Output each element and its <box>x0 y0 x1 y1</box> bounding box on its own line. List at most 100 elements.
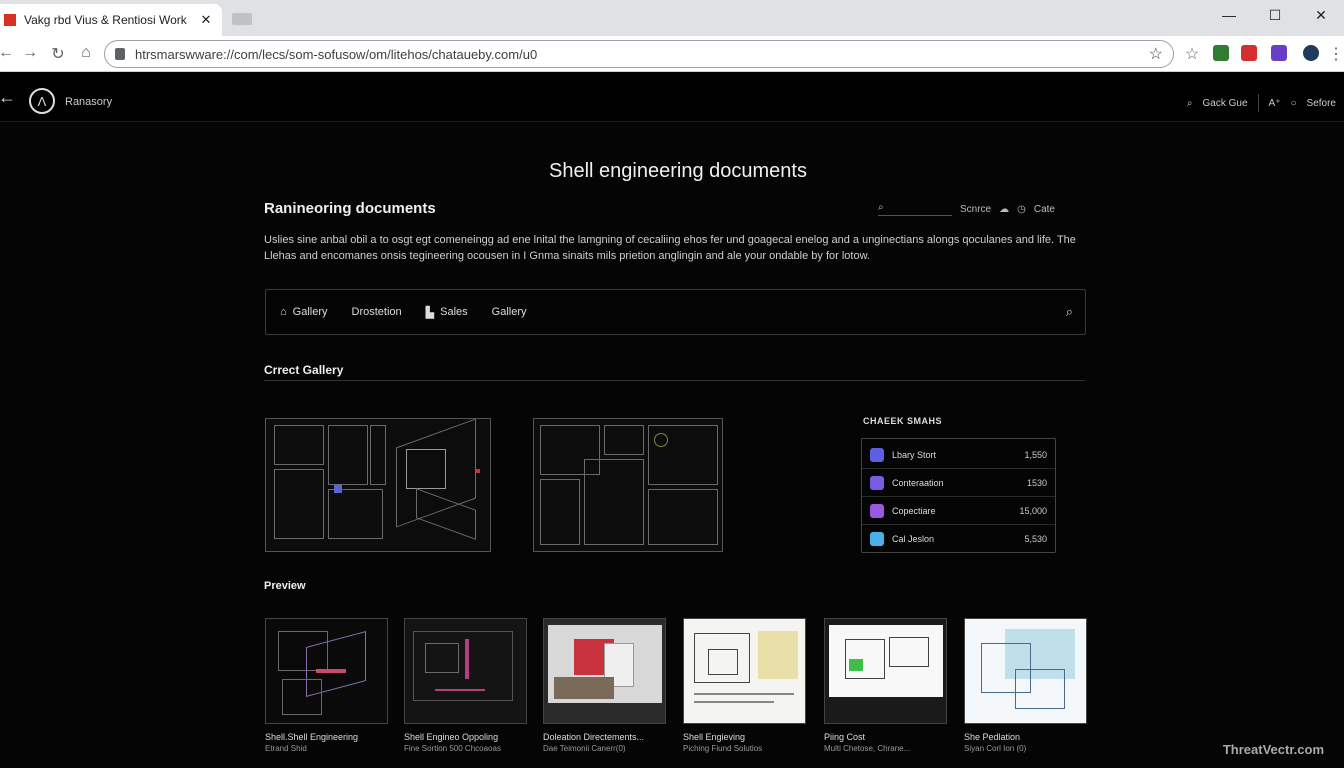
extension-icon[interactable] <box>1241 45 1257 61</box>
search-icon: ⌕ <box>878 202 884 213</box>
preview-card[interactable]: Piing Cost Multi Chetose, Chrane... <box>824 618 947 753</box>
preview-thumbnail <box>683 618 806 724</box>
cafe-link[interactable]: Cate <box>1034 204 1055 215</box>
stat-value: 1530 <box>1026 477 1047 488</box>
stat-icon <box>870 532 884 546</box>
forward-icon[interactable]: → <box>20 44 40 62</box>
card-subtitle: Siyan Corl Ion (0) <box>964 744 1027 753</box>
divider <box>264 380 1085 381</box>
filter-gallery[interactable]: ⌂ Gallery <box>280 306 328 318</box>
search-field[interactable]: ⌕ <box>878 202 952 216</box>
preview-card[interactable]: She Pedlation Siyan Corl Ion (0) <box>964 618 1087 753</box>
cloud-icon[interactable]: ☁ <box>999 204 1009 215</box>
preview-thumbnail <box>824 618 947 724</box>
browser-tab[interactable]: Vakg rbd Vius & Rentiosi Work ✕ <box>0 4 222 36</box>
header-actions: ⌕ Gack Gue A⁺ ○ Sefore <box>1187 94 1336 112</box>
stat-row[interactable]: Cal Jeslon 5,530 <box>862 525 1055 553</box>
extension-icon[interactable] <box>1213 45 1229 61</box>
preview-card[interactable]: Doleation Directements... Dae Teimonii C… <box>543 618 666 753</box>
preview-title: Preview <box>264 580 306 592</box>
card-title: She Pedlation <box>964 732 1021 742</box>
stat-value: 15,000 <box>1019 505 1047 516</box>
card-title: Shell.Shell Engineering <box>265 732 359 742</box>
search-icon[interactable]: ⌕ <box>1066 304 1073 320</box>
browser-tab-bar: Vakg rbd Vius & Rentiosi Work ✕ — ☐ ✕ <box>0 0 1344 36</box>
page-title: Shell engineering documents <box>549 160 807 182</box>
filter-drostetion[interactable]: Drostetion <box>352 306 402 318</box>
star-list-icon[interactable]: ☆ <box>1182 44 1202 64</box>
browser-toolbar: ← → ↻ ⌂ htrsmarswware://com/lecs/som-sof… <box>0 36 1344 72</box>
tab-title: Vakg rbd Vius & Rentiosi Work <box>24 13 187 27</box>
bookmark-star-icon[interactable]: ☆ <box>1149 44 1163 64</box>
profile-icon[interactable] <box>1303 45 1319 61</box>
watermark: ThreatVectr.com <box>1222 742 1324 757</box>
card-title: Doleation Directements... <box>543 732 645 742</box>
preview-card[interactable]: Shell.Shell Engineering Etrand Shid <box>265 618 388 753</box>
description-text: Uslies sine anbal obil a to osgt egt com… <box>264 234 1076 262</box>
preview-thumbnail <box>404 618 527 724</box>
stat-icon <box>870 475 884 490</box>
preview-thumbnail <box>543 618 666 724</box>
search-icon[interactable]: ⌕ <box>1187 98 1193 109</box>
add-icon[interactable]: A⁺ <box>1269 98 1281 109</box>
stat-label: Lbary Stort <box>892 449 937 460</box>
stat-label: Conteraation <box>892 477 944 488</box>
stat-icon <box>870 503 884 518</box>
menu-icon[interactable]: ⋮ <box>1326 44 1344 64</box>
blueprint-image[interactable] <box>265 418 491 552</box>
home-icon: ⌂ <box>280 306 287 318</box>
extension-icon[interactable] <box>1271 45 1287 61</box>
section-actions: ⌕ Scnrce ☁ ◷ Cate <box>878 202 1055 216</box>
select-icon[interactable]: ○ <box>1290 98 1296 109</box>
filter-label: Sales <box>440 306 468 318</box>
reload-icon[interactable]: ↻ <box>48 44 68 64</box>
address-bar[interactable]: htrsmarswware://com/lecs/som-sofusow/om/… <box>104 40 1174 68</box>
favicon-icon <box>4 14 16 26</box>
clock-icon[interactable]: ◷ <box>1017 204 1026 215</box>
card-title: Piing Cost <box>824 732 866 742</box>
building-icon: ▙ <box>425 306 435 319</box>
maximize-button[interactable]: ☐ <box>1252 0 1298 30</box>
filter-label: Drostetion <box>351 306 402 318</box>
filter-gallery-2[interactable]: Gallery <box>492 306 527 318</box>
url-text[interactable]: htrsmarswware://com/lecs/som-sofusow/om/… <box>135 47 1149 62</box>
section-title: Ranineoring documents <box>264 200 436 217</box>
new-tab-button[interactable] <box>232 13 252 25</box>
filter-sales[interactable]: ▙ Sales <box>426 306 468 319</box>
blueprint-image[interactable] <box>533 418 723 552</box>
stat-label: Copectiare <box>892 505 936 516</box>
close-tab-icon[interactable]: ✕ <box>198 12 214 28</box>
header-search-link[interactable]: Gack Gue <box>1203 98 1248 109</box>
preview-card[interactable]: Shell Engineo Oppoling Fine Sortion 500 … <box>404 618 527 753</box>
stats-panel: Lbary Stort 1,550 Conteraation 1530 Cope… <box>861 438 1056 553</box>
preview-thumbnail <box>265 618 388 724</box>
stat-value: 5,530 <box>1024 534 1047 544</box>
stat-value: 1,550 <box>1024 449 1047 460</box>
filter-bar: ⌂ Gallery Drostetion ▙ Sales Gallery ⌕ <box>265 289 1086 335</box>
stat-row[interactable]: Lbary Stort 1,550 <box>862 441 1055 469</box>
card-title: Shell Engieving <box>683 732 746 742</box>
preview-card[interactable]: Shell Engieving Piching Fiund Solutios <box>683 618 806 753</box>
card-subtitle: Fine Sortion 500 Chcoaoas <box>404 744 501 753</box>
card-subtitle: Multi Chetose, Chrane... <box>824 744 911 753</box>
card-subtitle: Piching Fiund Solutios <box>683 744 763 753</box>
lock-icon <box>115 48 125 60</box>
minimize-button[interactable]: — <box>1206 0 1252 30</box>
logo-icon[interactable]: Λ <box>29 88 55 114</box>
home-icon[interactable]: ⌂ <box>76 44 96 62</box>
source-link[interactable]: Scnrce <box>960 204 991 215</box>
stat-row[interactable]: Copectiare 15,000 <box>862 497 1055 525</box>
gallery-title: Crrect Gallery <box>264 363 344 377</box>
stat-label: Cal Jeslon <box>892 534 935 544</box>
back-arrow-icon[interactable]: ← <box>0 87 16 108</box>
filter-label: Gallery <box>491 306 527 318</box>
select-link[interactable]: Sefore <box>1307 98 1336 109</box>
filter-label: Gallery <box>292 306 328 318</box>
close-window-button[interactable]: ✕ <box>1298 0 1344 30</box>
window-controls: — ☐ ✕ <box>1206 0 1344 30</box>
card-subtitle: Etrand Shid <box>265 744 307 753</box>
app-header: ← Λ Ranasory ⌕ Gack Gue A⁺ ○ Sefore <box>0 72 1344 122</box>
back-icon[interactable]: ← <box>0 44 16 62</box>
stat-row[interactable]: Conteraation 1530 <box>862 469 1055 497</box>
brand-name: Ranasory <box>65 96 113 108</box>
